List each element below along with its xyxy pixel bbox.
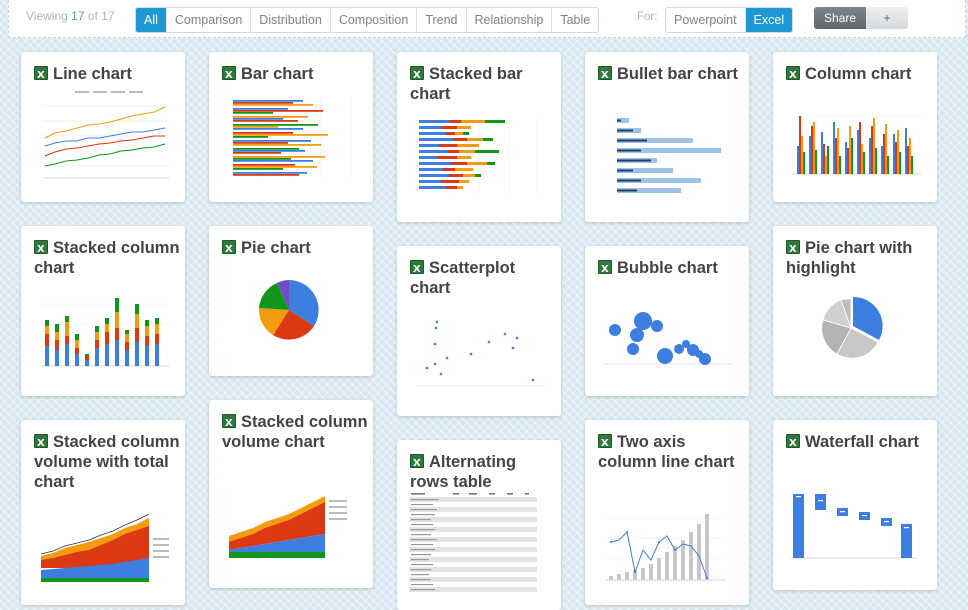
chart-card-scatterplot[interactable]: Scatterplot chart	[397, 246, 561, 416]
pie-chart-thumbnail	[221, 260, 363, 372]
column-chart-thumbnail	[785, 86, 927, 198]
chart-card-bubble[interactable]: Bubble chart	[585, 246, 749, 396]
alternating-rows-table-thumbnail	[409, 492, 551, 602]
bullet-bar-chart-thumbnail	[597, 110, 739, 210]
chart-card-line[interactable]: Line chart	[21, 52, 185, 202]
share-plus-button[interactable]: +	[866, 7, 908, 29]
filter-trend-button[interactable]: Trend	[417, 8, 467, 32]
chart-card-waterfall[interactable]: Waterfall chart	[773, 420, 937, 590]
excel-icon	[598, 434, 612, 454]
chart-card-stacked-bar[interactable]: Stacked bar chart	[397, 52, 561, 222]
excel-icon	[222, 240, 236, 260]
filter-all-button[interactable]: All	[136, 8, 167, 32]
for-label: For:	[637, 11, 658, 23]
bar-chart-thumbnail	[221, 86, 363, 198]
filter-toolbar: Viewing 17 of 17 All Comparison Distribu…	[8, 0, 966, 38]
stacked-bar-chart-thumbnail	[409, 110, 551, 210]
excel-icon	[222, 414, 236, 434]
card-title-text: Stacked column chart	[34, 239, 180, 277]
excel-icon	[786, 66, 800, 86]
card-title-text: Bullet bar chart	[617, 65, 739, 83]
card-title-text: Pie chart	[241, 239, 311, 257]
card-title-text: Two axis column line chart	[598, 433, 735, 471]
chart-card-two-axis-column-line[interactable]: Two axis column line chart	[585, 420, 749, 605]
card-title-text: Stacked bar chart	[410, 65, 523, 103]
viewing-total: 17	[101, 9, 115, 23]
card-title: Two axis column line chart	[598, 432, 744, 472]
two-axis-column-line-chart-thumbnail	[597, 498, 739, 598]
filter-table-button[interactable]: Table	[552, 8, 599, 32]
chart-card-bar[interactable]: Bar chart	[209, 52, 373, 202]
stacked-column-volume-total-chart-thumbnail	[33, 498, 175, 598]
card-title: Bubble chart	[598, 258, 744, 280]
excel-icon	[34, 66, 48, 86]
card-title: Scatterplot chart	[410, 258, 556, 298]
card-title-text: Stacked column volume with total chart	[34, 433, 180, 491]
stacked-column-chart-thumbnail	[33, 284, 175, 374]
card-title-text: Scatterplot chart	[410, 259, 516, 297]
excel-icon	[786, 240, 800, 260]
excel-icon	[786, 434, 800, 454]
filter-composition-button[interactable]: Composition	[330, 8, 418, 32]
target-excel-button[interactable]: Excel	[745, 8, 793, 32]
card-title: Stacked column volume chart	[222, 412, 368, 452]
chart-card-stacked-column-volume[interactable]: Stacked column volume chart	[209, 400, 373, 588]
card-title: Stacked column chart	[34, 238, 180, 278]
card-title: Line chart	[34, 64, 180, 86]
viewing-shown: 17	[71, 9, 85, 23]
card-title: Stacked bar chart	[410, 64, 556, 104]
chart-card-alternating-rows-table[interactable]: Alternating rows table	[397, 440, 561, 610]
card-title-text: Waterfall chart	[805, 433, 920, 451]
card-title: Pie chart	[222, 238, 368, 260]
filter-distribution-button[interactable]: Distribution	[251, 8, 331, 32]
filter-relationship-button[interactable]: Relationship	[466, 8, 553, 32]
share-control: Share +	[814, 7, 908, 29]
chart-card-pie-highlight[interactable]: Pie chart with highlight	[773, 226, 937, 396]
line-chart-thumbnail	[33, 86, 175, 198]
viewing-label: Viewing	[26, 9, 72, 23]
viewing-of: of	[84, 9, 102, 23]
card-title: Pie chart with highlight	[786, 238, 932, 278]
card-title: Bullet bar chart	[598, 64, 744, 86]
excel-icon	[410, 260, 424, 280]
card-title-text: Column chart	[805, 65, 912, 83]
chart-card-column[interactable]: Column chart	[773, 52, 937, 202]
excel-icon	[598, 66, 612, 86]
card-title: Alternating rows table	[410, 452, 556, 492]
chart-card-stacked-column[interactable]: Stacked column chart	[21, 226, 185, 396]
card-title: Bar chart	[222, 64, 368, 86]
excel-icon	[34, 434, 48, 454]
viewing-count: Viewing 17 of 17	[26, 9, 115, 23]
target-powerpoint-button[interactable]: Powerpoint	[666, 8, 746, 32]
card-title-text: Bubble chart	[617, 259, 718, 277]
share-button[interactable]: Share	[814, 7, 866, 29]
card-title-text: Bar chart	[241, 65, 314, 83]
chart-card-stacked-column-volume-total[interactable]: Stacked column volume with total chart	[21, 420, 185, 605]
chart-card-bullet-bar[interactable]: Bullet bar chart	[585, 52, 749, 222]
waterfall-chart-thumbnail	[785, 478, 927, 578]
pie-highlight-chart-thumbnail	[785, 284, 927, 384]
target-app-group: Powerpoint Excel	[665, 7, 794, 33]
card-title: Column chart	[786, 64, 932, 86]
card-title: Stacked column volume with total chart	[34, 432, 180, 492]
card-title-text: Pie chart with highlight	[786, 239, 913, 277]
excel-icon	[598, 260, 612, 280]
category-filter-group: All Comparison Distribution Composition …	[135, 7, 600, 33]
filter-comparison-button[interactable]: Comparison	[166, 8, 252, 32]
stacked-column-volume-chart-thumbnail	[221, 478, 363, 578]
chart-card-pie[interactable]: Pie chart	[209, 226, 373, 376]
excel-icon	[222, 66, 236, 86]
card-title-text: Alternating rows table	[410, 453, 517, 491]
excel-icon	[410, 66, 424, 86]
excel-icon	[410, 454, 424, 474]
excel-icon	[34, 240, 48, 260]
scatterplot-chart-thumbnail	[409, 304, 551, 404]
card-title-text: Stacked column volume chart	[222, 413, 368, 451]
bubble-chart-thumbnail	[597, 280, 739, 392]
card-title-text: Line chart	[53, 65, 132, 83]
card-title: Waterfall chart	[786, 432, 932, 454]
